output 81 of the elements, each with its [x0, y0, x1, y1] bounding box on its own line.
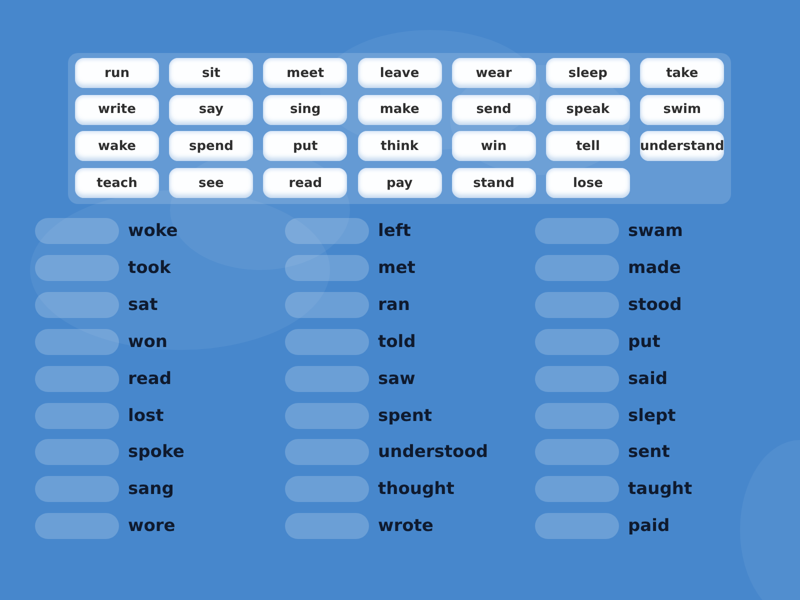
past-tense-word: sat — [128, 294, 158, 315]
past-tense-word: understood — [378, 442, 488, 462]
answer-box[interactable] — [35, 439, 119, 466]
answer-box[interactable] — [285, 513, 369, 540]
past-tense-word: sang — [128, 479, 174, 500]
past-tense-word: wore — [128, 516, 176, 536]
answer-box[interactable] — [35, 476, 119, 502]
past-tense-word: made — [628, 258, 681, 278]
answer-box[interactable] — [285, 328, 369, 355]
answer-box[interactable] — [285, 439, 369, 466]
word-tile[interactable]: tell — [546, 131, 630, 162]
answer-box[interactable] — [535, 218, 619, 244]
answer-box[interactable] — [35, 402, 119, 429]
word-tile[interactable]: stand — [452, 168, 536, 198]
past-tense-word: swam — [628, 221, 684, 242]
answer-box[interactable] — [535, 402, 619, 429]
word-tile[interactable]: understand — [640, 131, 724, 162]
word-tile[interactable]: pay — [358, 168, 442, 198]
past-tense-word: took — [128, 258, 171, 278]
past-tense-word: stood — [628, 294, 682, 315]
word-tile[interactable]: make — [358, 94, 442, 125]
word-tile[interactable]: swim — [640, 94, 724, 125]
word-tile[interactable]: spend — [169, 131, 254, 162]
word-tile[interactable]: meet — [263, 58, 348, 88]
past-tense-word: said — [628, 368, 668, 389]
past-tense-word: lost — [128, 406, 164, 426]
word-tile[interactable]: lose — [546, 168, 630, 198]
past-tense-word: wrote — [378, 516, 434, 536]
word-tile[interactable]: wake — [75, 131, 159, 162]
word-tile[interactable]: speak — [546, 94, 630, 125]
answer-box[interactable] — [285, 476, 369, 502]
word-tile[interactable]: sing — [263, 94, 348, 125]
word-tile[interactable]: see — [169, 168, 254, 198]
word-tile[interactable]: sit — [169, 58, 254, 88]
past-tense-word: paid — [628, 516, 670, 536]
word-tile[interactable]: win — [452, 131, 536, 162]
word-tile[interactable]: teach — [75, 168, 159, 198]
past-tense-word: slept — [628, 406, 676, 426]
answer-box[interactable] — [35, 513, 119, 540]
word-tile[interactable]: sleep — [546, 58, 630, 88]
past-tense-word: ran — [378, 294, 410, 315]
answer-box[interactable] — [535, 328, 619, 355]
answer-box[interactable] — [285, 218, 369, 244]
answer-box[interactable] — [35, 292, 119, 318]
past-tense-word: met — [378, 258, 416, 278]
past-tense-word: told — [378, 332, 416, 352]
past-tense-word: sent — [628, 442, 670, 462]
past-tense-word: won — [128, 332, 168, 352]
word-tile[interactable]: say — [169, 94, 254, 125]
word-tile[interactable]: run — [75, 58, 159, 88]
word-tile[interactable]: take — [640, 58, 724, 88]
word-tile[interactable]: write — [75, 94, 159, 125]
past-tense-word: woke — [128, 221, 178, 242]
word-tile[interactable]: read — [263, 168, 348, 198]
word-tile[interactable]: leave — [358, 58, 442, 88]
answer-box[interactable] — [35, 254, 119, 281]
answer-box[interactable] — [285, 402, 369, 429]
answer-box[interactable] — [285, 254, 369, 281]
past-tense-word: spoke — [128, 442, 184, 462]
past-tense-word: put — [628, 332, 660, 352]
answer-box[interactable] — [535, 513, 619, 540]
answer-box[interactable] — [535, 476, 619, 502]
answer-box[interactable] — [285, 366, 369, 392]
answer-box[interactable] — [535, 292, 619, 318]
word-tile[interactable]: put — [263, 131, 348, 162]
answer-box[interactable] — [35, 328, 119, 355]
past-tense-word: spent — [378, 406, 432, 426]
past-tense-word: taught — [628, 479, 692, 500]
past-tense-word: left — [378, 221, 411, 242]
answer-box[interactable] — [535, 439, 619, 466]
answer-box[interactable] — [285, 292, 369, 318]
past-tense-word: thought — [378, 479, 454, 500]
answer-box[interactable] — [535, 254, 619, 281]
answer-box[interactable] — [35, 366, 119, 392]
word-tile[interactable]: wear — [452, 58, 536, 88]
answer-box[interactable] — [35, 218, 119, 244]
word-tile[interactable]: think — [358, 131, 442, 162]
answer-box[interactable] — [535, 366, 619, 392]
word-tile[interactable]: send — [452, 94, 536, 125]
past-tense-word: read — [128, 368, 172, 389]
past-tense-word: saw — [378, 368, 416, 389]
